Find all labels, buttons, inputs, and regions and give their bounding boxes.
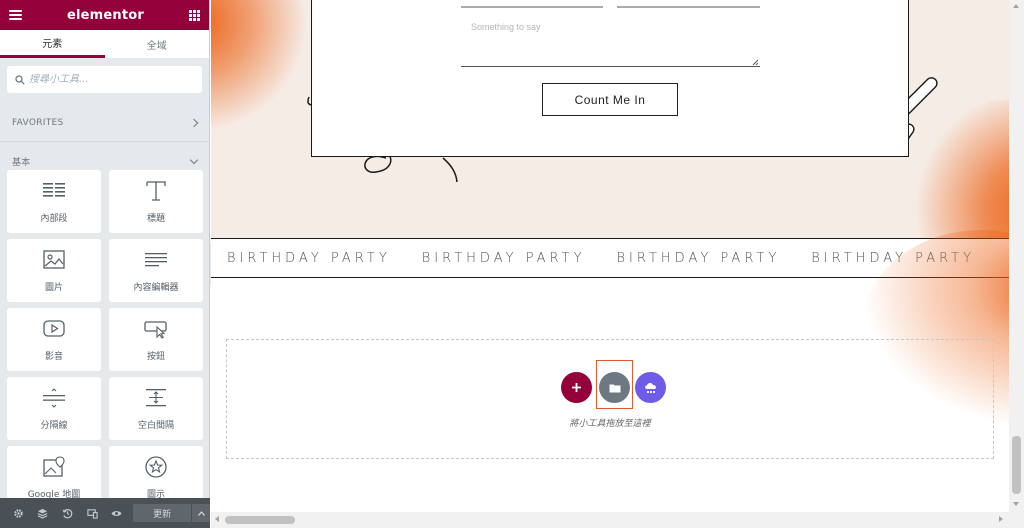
tab-global[interactable]: 全域 bbox=[105, 30, 210, 58]
widget-label: 標題 bbox=[146, 213, 165, 224]
image-icon bbox=[43, 249, 65, 269]
favorites-title: FAVORITES bbox=[12, 117, 64, 128]
hero-section: Something to say Count Me In bbox=[211, 0, 1009, 238]
heading-icon bbox=[146, 180, 166, 201]
widget-label: 空白間隔 bbox=[137, 420, 174, 431]
video-icon bbox=[43, 319, 65, 337]
add-section-button[interactable] bbox=[561, 372, 592, 403]
panel-header: elementor bbox=[0, 0, 209, 30]
chevron-right-icon bbox=[189, 118, 199, 127]
inner-section-icon bbox=[43, 182, 65, 197]
responsive-icon[interactable] bbox=[80, 498, 105, 528]
message-textarea[interactable]: Something to say bbox=[461, 14, 760, 67]
widget-video[interactable]: 影音 bbox=[7, 308, 101, 371]
spacer-icon bbox=[146, 388, 166, 406]
plus-icon bbox=[572, 383, 581, 392]
scroll-right-arrow[interactable] bbox=[999, 516, 1003, 522]
elementor-panel: elementor 元素 全域 FAVORITES 基本 內部段 標題 圖片 bbox=[0, 0, 210, 528]
widget-inner-section[interactable]: 內部段 bbox=[7, 170, 101, 233]
envato-kit-button[interactable] bbox=[635, 372, 666, 403]
scroll-down-arrow[interactable] bbox=[1013, 502, 1019, 506]
widget-button[interactable]: 按鈕 bbox=[109, 308, 203, 371]
widget-label: 影音 bbox=[44, 351, 63, 362]
widget-label: 內容編輯器 bbox=[133, 282, 179, 293]
menu-icon[interactable] bbox=[9, 10, 22, 20]
widget-spacer[interactable]: 空白間隔 bbox=[109, 377, 203, 440]
horizontal-scroll-thumb[interactable] bbox=[225, 516, 295, 524]
widget-grid: 內部段 標題 圖片 內容編輯器 影音 按鈕 分隔線 空白間隔 Google 地圖… bbox=[7, 170, 203, 509]
divider-icon bbox=[43, 387, 65, 408]
elementor-logo: elementor bbox=[66, 7, 145, 23]
search-icon bbox=[15, 74, 25, 85]
page-canvas: Something to say Count Me In BIRTHDAY PA… bbox=[211, 0, 1009, 512]
widget-label: 按鈕 bbox=[146, 351, 165, 362]
tab-elements[interactable]: 元素 bbox=[0, 30, 105, 58]
widget-label: 圖片 bbox=[44, 282, 63, 293]
resize-handle-icon bbox=[752, 59, 759, 66]
vertical-scrollbar[interactable] bbox=[1009, 0, 1024, 512]
widget-text-editor[interactable]: 內容編輯器 bbox=[109, 239, 203, 302]
basic-title: 基本 bbox=[12, 157, 31, 168]
google-maps-icon bbox=[43, 455, 65, 477]
panel-tabs: 元素 全域 bbox=[0, 30, 209, 58]
horizontal-scrollbar[interactable] bbox=[211, 512, 1024, 528]
button-icon bbox=[144, 320, 167, 339]
widget-label: 內部段 bbox=[40, 213, 68, 224]
chevron-down-icon bbox=[189, 155, 199, 164]
folder-icon bbox=[609, 384, 620, 392]
cloud-icon bbox=[644, 382, 656, 393]
widget-divider[interactable]: 分隔線 bbox=[7, 377, 101, 440]
marquee-text: BIRTHDAY PARTY bbox=[421, 250, 586, 266]
widget-label: 分隔線 bbox=[40, 420, 68, 431]
favorites-section-header[interactable]: FAVORITES bbox=[0, 104, 209, 142]
marquee-text: BIRTHDAY PARTY bbox=[227, 250, 391, 266]
settings-icon[interactable] bbox=[6, 498, 31, 528]
update-options-button[interactable] bbox=[192, 504, 210, 522]
search-input[interactable] bbox=[29, 74, 199, 85]
add-template-button[interactable] bbox=[599, 372, 630, 403]
navigator-icon[interactable] bbox=[31, 498, 56, 528]
scroll-up-arrow[interactable] bbox=[1013, 4, 1019, 8]
history-icon[interactable] bbox=[55, 498, 80, 528]
widgets-grid-icon[interactable] bbox=[188, 9, 200, 21]
icon-widget-icon bbox=[145, 455, 167, 478]
text-editor-icon bbox=[145, 252, 167, 266]
empty-section-dropzone[interactable]: 將小工具拖放至這裡 bbox=[226, 339, 994, 459]
count-me-in-button[interactable]: Count Me In bbox=[542, 83, 678, 116]
widget-heading[interactable]: 標題 bbox=[109, 170, 203, 233]
chevron-up-icon bbox=[197, 510, 205, 516]
preview-icon[interactable] bbox=[105, 498, 130, 528]
widget-image[interactable]: 圖片 bbox=[7, 239, 101, 302]
vertical-scroll-thumb[interactable] bbox=[1012, 436, 1021, 494]
update-button[interactable]: 更新 bbox=[133, 504, 192, 522]
scroll-left-arrow[interactable] bbox=[215, 516, 219, 522]
search-bar bbox=[7, 66, 202, 93]
drop-hint-text: 將小工具拖放至這裡 bbox=[569, 419, 651, 429]
rsvp-form-card: Something to say Count Me In bbox=[311, 0, 909, 157]
marquee-text: BIRTHDAY PARTY bbox=[616, 250, 781, 266]
panel-footer: 更新 bbox=[0, 498, 210, 528]
